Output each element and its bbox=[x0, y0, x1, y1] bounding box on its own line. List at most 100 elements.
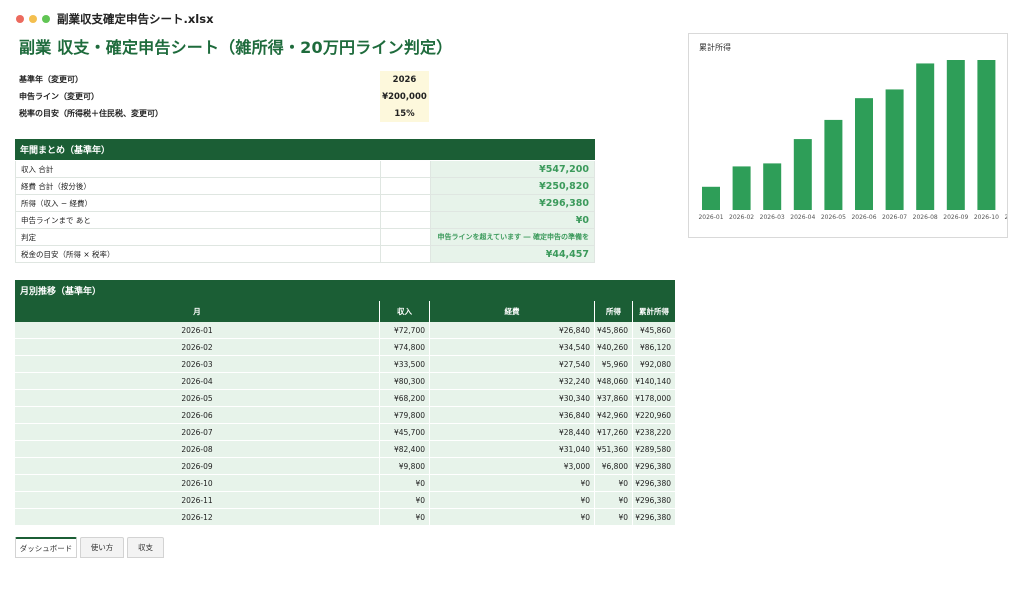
close-window-icon[interactable] bbox=[16, 15, 24, 23]
cell-income[interactable]: ¥9,800 bbox=[380, 458, 430, 474]
chart-plot: 2026-01 2026-02 2026-03 2026-04 2026-05 2026-… bbox=[698, 60, 1007, 221]
cell-cumulative[interactable]: ¥238,220 bbox=[633, 424, 675, 440]
cell-expenses[interactable]: ¥30,340 bbox=[430, 390, 595, 406]
cell-month[interactable]: 2026-12 bbox=[15, 509, 380, 525]
cell-profit[interactable]: ¥17,260 bbox=[595, 424, 633, 440]
cell-cumulative[interactable]: ¥45,860 bbox=[633, 322, 675, 338]
cell-profit[interactable]: ¥5,960 bbox=[595, 356, 633, 372]
cell-profit[interactable]: ¥6,800 bbox=[595, 458, 633, 474]
cell-month[interactable]: 2026-04 bbox=[15, 373, 380, 389]
summary-row-expenses: 経費 合計（按分後） ¥250,820 bbox=[15, 178, 595, 195]
table-row: 2026-08 ¥82,400 ¥31,040 ¥51,360 ¥289,580 bbox=[15, 441, 675, 458]
cell-income[interactable]: ¥68,200 bbox=[380, 390, 430, 406]
chart-bar bbox=[855, 98, 873, 210]
cell-month[interactable]: 2026-07 bbox=[15, 424, 380, 440]
cell-income[interactable]: ¥0 bbox=[380, 509, 430, 525]
cumulative-chart[interactable]: 累計所得 2026-01 2026-02 2026-03 2026-04 2026-05… bbox=[688, 33, 1008, 238]
cell-month[interactable]: 2026-03 bbox=[15, 356, 380, 372]
cell-cumulative[interactable]: ¥92,080 bbox=[633, 356, 675, 372]
cell-month[interactable]: 2026-09 bbox=[15, 458, 380, 474]
cell-income[interactable]: ¥82,400 bbox=[380, 441, 430, 457]
cell-income[interactable]: ¥0 bbox=[380, 475, 430, 491]
cell-profit[interactable]: ¥48,060 bbox=[595, 373, 633, 389]
column-header-cumulative[interactable]: 累計所得 bbox=[633, 301, 675, 322]
summary-blank-cell[interactable] bbox=[380, 229, 430, 245]
column-header-profit[interactable]: 所得 bbox=[595, 301, 633, 322]
maximize-window-icon[interactable] bbox=[42, 15, 50, 23]
cell-expenses[interactable]: ¥3,000 bbox=[430, 458, 595, 474]
column-header-expenses[interactable]: 経費 bbox=[430, 301, 595, 322]
cell-profit[interactable]: ¥51,360 bbox=[595, 441, 633, 457]
cell-expenses[interactable]: ¥27,540 bbox=[430, 356, 595, 372]
cell-cumulative[interactable]: ¥296,380 bbox=[633, 509, 675, 525]
cell-cumulative[interactable]: ¥178,000 bbox=[633, 390, 675, 406]
cell-income[interactable]: ¥74,800 bbox=[380, 339, 430, 355]
summary-value[interactable]: ¥44,457 bbox=[430, 246, 595, 262]
summary-blank-cell[interactable] bbox=[380, 161, 430, 177]
cell-expenses[interactable]: ¥32,240 bbox=[430, 373, 595, 389]
summary-row-income: 収入 合計 ¥547,200 bbox=[15, 161, 595, 178]
summary-value[interactable]: 申告ラインを超えています ― 確定申告の準備を bbox=[430, 229, 595, 245]
cell-income[interactable]: ¥79,800 bbox=[380, 407, 430, 423]
cell-month[interactable]: 2026-08 bbox=[15, 441, 380, 457]
param-value-threshold[interactable]: ¥200,000 bbox=[380, 88, 429, 105]
chart-bar bbox=[885, 89, 904, 210]
table-row: 2026-10 ¥0 ¥0 ¥0 ¥296,380 bbox=[15, 475, 675, 492]
cell-month[interactable]: 2026-01 bbox=[15, 322, 380, 338]
cell-expenses[interactable]: ¥0 bbox=[430, 509, 595, 525]
summary-blank-cell[interactable] bbox=[380, 178, 430, 194]
cell-month[interactable]: 2026-06 bbox=[15, 407, 380, 423]
cell-month[interactable]: 2026-11 bbox=[15, 492, 380, 508]
cell-cumulative[interactable]: ¥296,380 bbox=[633, 458, 675, 474]
cell-profit[interactable]: ¥42,960 bbox=[595, 407, 633, 423]
summary-value[interactable]: ¥547,200 bbox=[430, 161, 595, 177]
cell-income[interactable]: ¥72,700 bbox=[380, 322, 430, 338]
cell-cumulative[interactable]: ¥220,960 bbox=[633, 407, 675, 423]
tab-howto[interactable]: 使い方 bbox=[80, 537, 124, 558]
chart-bar bbox=[977, 60, 996, 210]
summary-blank-cell[interactable] bbox=[380, 195, 430, 211]
param-value-taxrate[interactable]: 15% bbox=[380, 105, 429, 122]
cell-income[interactable]: ¥33,500 bbox=[380, 356, 430, 372]
summary-blank-cell[interactable] bbox=[380, 212, 430, 228]
cell-income[interactable]: ¥0 bbox=[380, 492, 430, 508]
summary-label: 経費 合計（按分後） bbox=[15, 178, 380, 194]
summary-blank-cell[interactable] bbox=[380, 246, 430, 262]
table-row: 2026-05 ¥68,200 ¥30,340 ¥37,860 ¥178,000 bbox=[15, 390, 675, 407]
cell-profit[interactable]: ¥0 bbox=[595, 492, 633, 508]
cell-profit[interactable]: ¥45,860 bbox=[595, 322, 633, 338]
summary-value[interactable]: ¥250,820 bbox=[430, 178, 595, 194]
cell-expenses[interactable]: ¥0 bbox=[430, 492, 595, 508]
cell-expenses[interactable]: ¥0 bbox=[430, 475, 595, 491]
cell-cumulative[interactable]: ¥86,120 bbox=[633, 339, 675, 355]
cell-month[interactable]: 2026-02 bbox=[15, 339, 380, 355]
cell-month[interactable]: 2026-05 bbox=[15, 390, 380, 406]
cell-profit[interactable]: ¥0 bbox=[595, 509, 633, 525]
cell-expenses[interactable]: ¥28,440 bbox=[430, 424, 595, 440]
summary-value[interactable]: ¥296,380 bbox=[430, 195, 595, 211]
param-value-year[interactable]: 2026 bbox=[380, 71, 429, 88]
column-header-income[interactable]: 収入 bbox=[380, 301, 430, 322]
summary-value[interactable]: ¥0 bbox=[430, 212, 595, 228]
cell-cumulative[interactable]: ¥296,380 bbox=[633, 475, 675, 491]
cell-cumulative[interactable]: ¥289,580 bbox=[633, 441, 675, 457]
chart-x-tick-label: 2026-09 bbox=[943, 214, 968, 221]
window-titlebar: 副業収支確定申告シート.xlsx bbox=[0, 0, 1024, 34]
chart-bar bbox=[732, 166, 751, 210]
cell-expenses[interactable]: ¥26,840 bbox=[430, 322, 595, 338]
cell-expenses[interactable]: ¥34,540 bbox=[430, 339, 595, 355]
cell-income[interactable]: ¥80,300 bbox=[380, 373, 430, 389]
column-header-month[interactable]: 月 bbox=[15, 301, 380, 322]
cell-cumulative[interactable]: ¥296,380 bbox=[633, 492, 675, 508]
cell-profit[interactable]: ¥0 bbox=[595, 475, 633, 491]
cell-month[interactable]: 2026-10 bbox=[15, 475, 380, 491]
cell-profit[interactable]: ¥40,260 bbox=[595, 339, 633, 355]
cell-cumulative[interactable]: ¥140,140 bbox=[633, 373, 675, 389]
cell-expenses[interactable]: ¥36,840 bbox=[430, 407, 595, 423]
cell-profit[interactable]: ¥37,860 bbox=[595, 390, 633, 406]
cell-expenses[interactable]: ¥31,040 bbox=[430, 441, 595, 457]
tab-income-expense[interactable]: 収支 bbox=[127, 537, 164, 558]
minimize-window-icon[interactable] bbox=[29, 15, 37, 23]
tab-dashboard[interactable]: ダッシュボード bbox=[15, 537, 77, 558]
cell-income[interactable]: ¥45,700 bbox=[380, 424, 430, 440]
